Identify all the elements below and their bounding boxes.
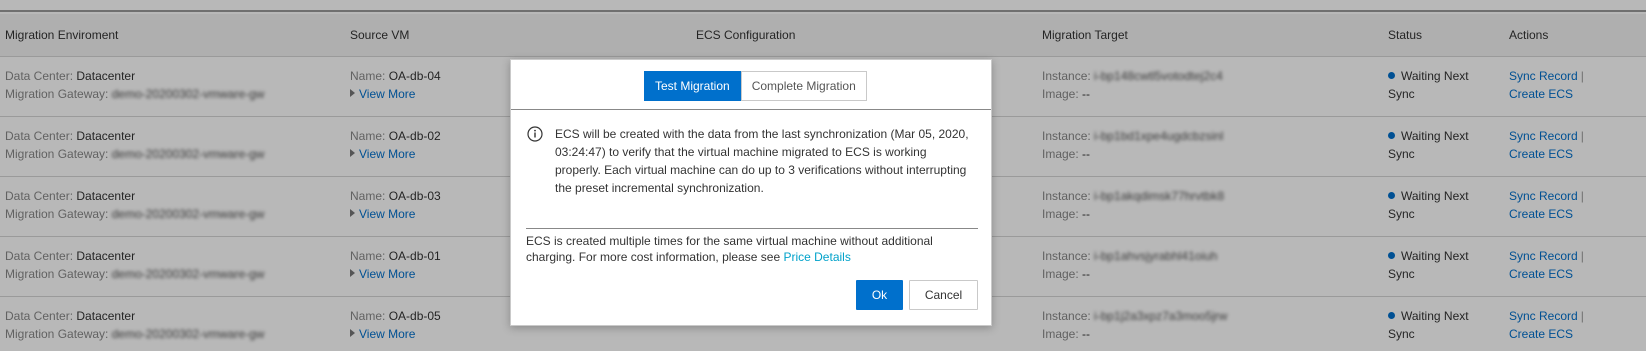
test-migration-dialog: Test Migration Complete Migration ECS wi… <box>510 59 992 326</box>
price-details-link[interactable]: Price Details <box>783 250 850 264</box>
tab-test-migration[interactable]: Test Migration <box>644 71 741 101</box>
cost-note: ECS is created multiple times for the sa… <box>526 233 981 265</box>
tab-complete-migration[interactable]: Complete Migration <box>740 71 867 101</box>
info-icon <box>527 126 543 142</box>
note-divider <box>526 228 978 229</box>
cost-note-text: ECS is created multiple times for the sa… <box>526 234 933 264</box>
ok-button[interactable]: Ok <box>856 280 903 310</box>
migration-tabs: Test Migration Complete Migration <box>644 71 867 101</box>
cancel-button[interactable]: Cancel <box>909 280 978 310</box>
verification-info-text: ECS will be created with the data from t… <box>555 127 969 195</box>
migration-page: Migration Enviroment Source VM ECS Confi… <box>0 0 1646 351</box>
tab-divider <box>511 109 991 110</box>
